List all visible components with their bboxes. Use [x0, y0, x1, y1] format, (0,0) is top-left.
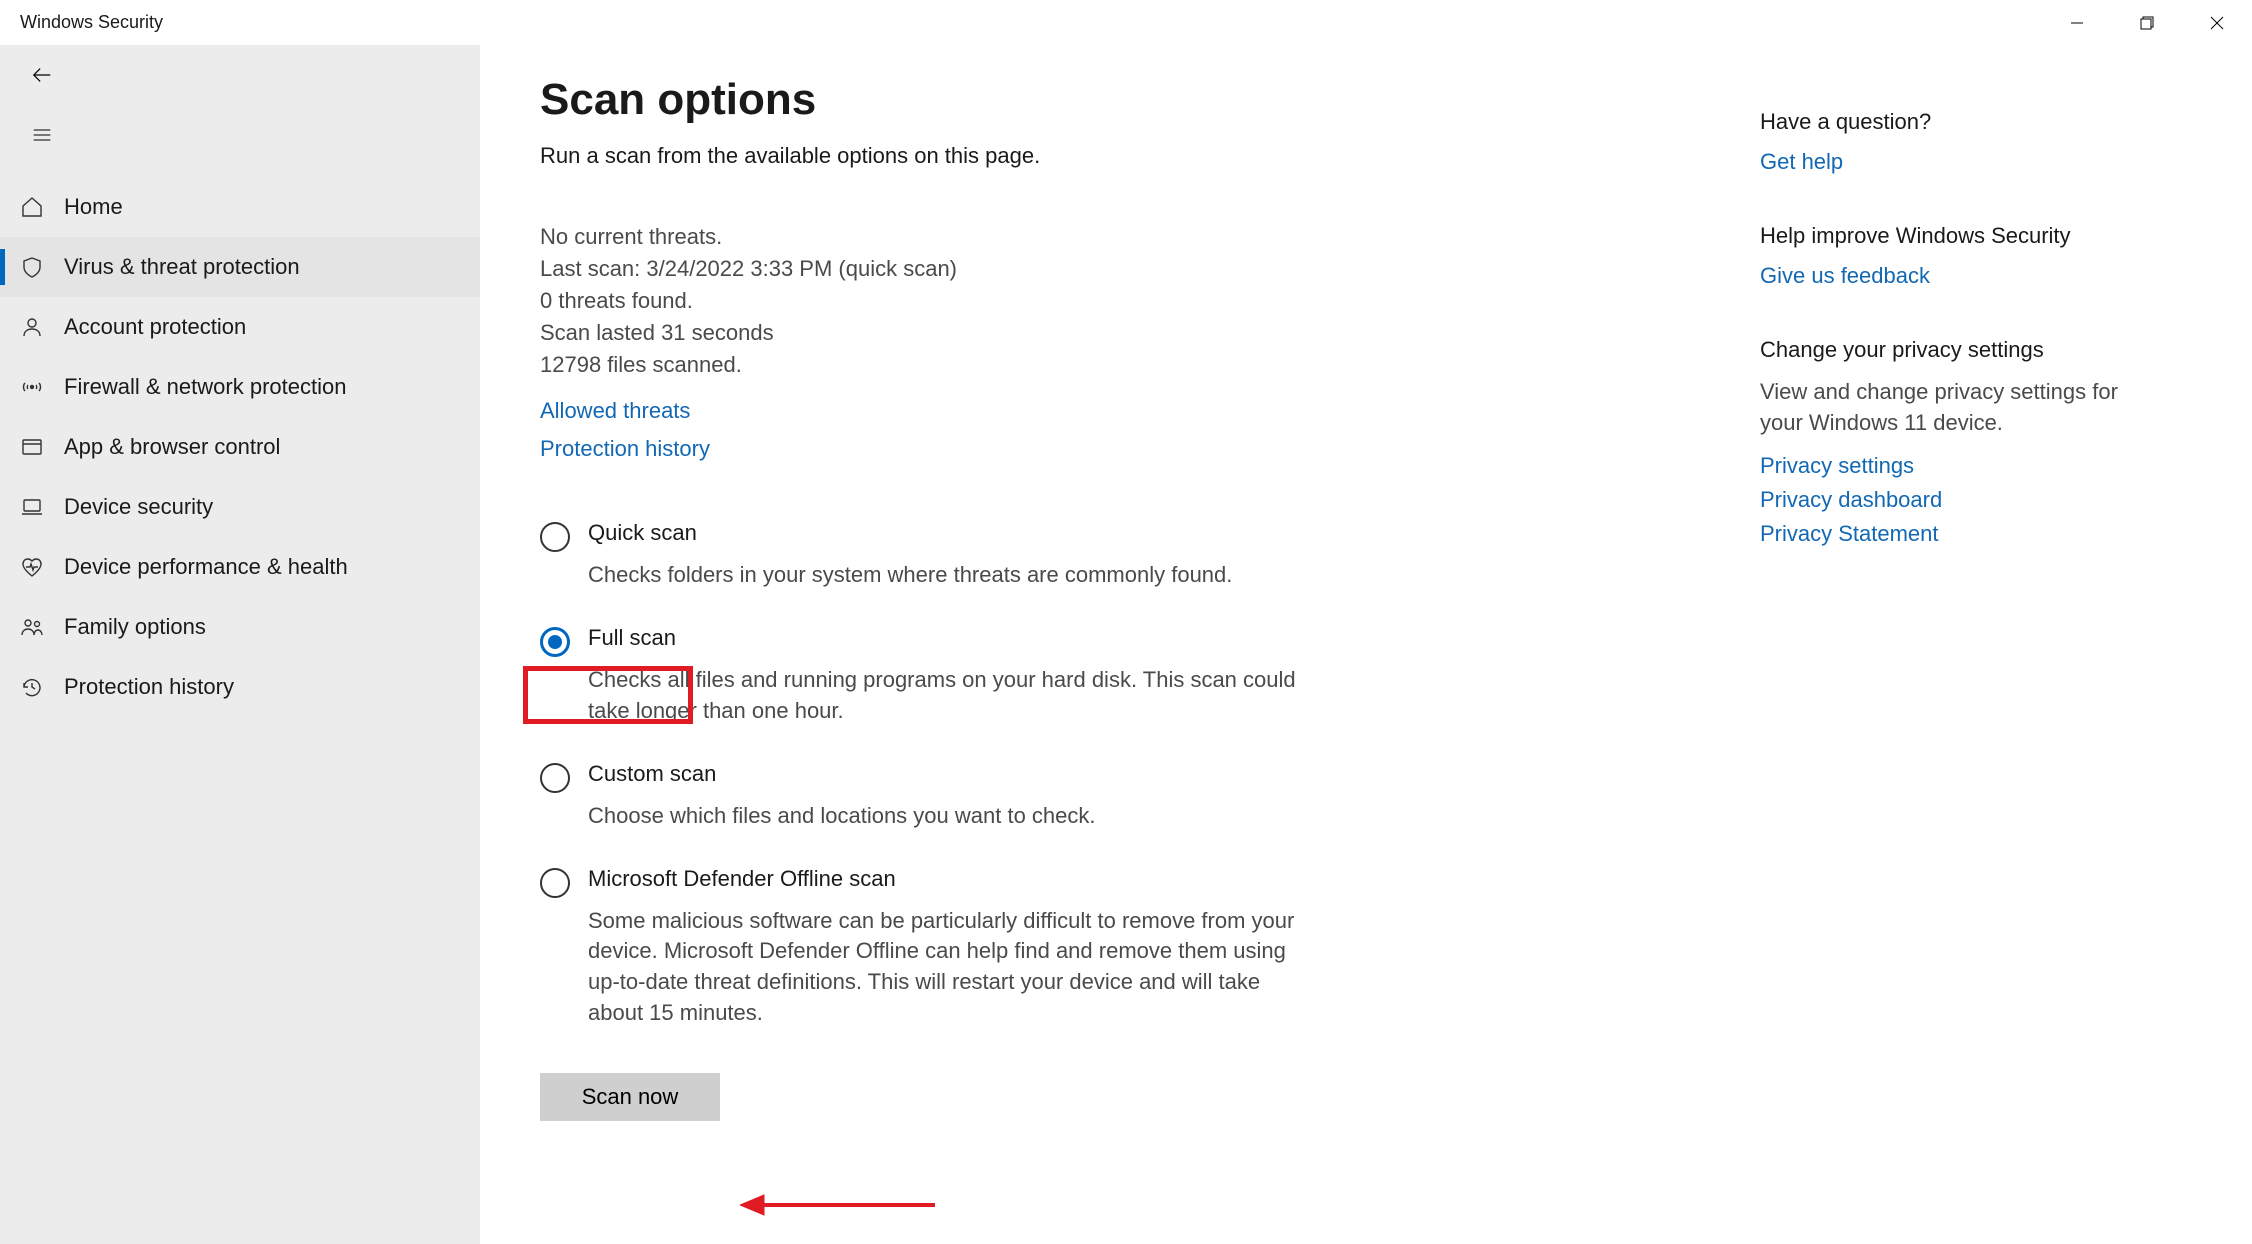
antenna-icon	[20, 375, 44, 399]
nav-list: Home Virus & threat protection Account p…	[0, 173, 480, 717]
sidebar-item-app[interactable]: App & browser control	[0, 417, 480, 477]
titlebar: Windows Security	[0, 0, 2252, 45]
option-desc: Some malicious software can be particula…	[588, 906, 1300, 1029]
sidebar-item-label: Account protection	[64, 314, 246, 340]
sidebar-item-firewall[interactable]: Firewall & network protection	[0, 357, 480, 417]
rail-heading: Help improve Windows Security	[1760, 223, 2120, 249]
option-title: Full scan	[588, 625, 1300, 651]
privacy-dashboard-link[interactable]: Privacy dashboard	[1760, 487, 2120, 513]
option-title: Quick scan	[588, 520, 1300, 546]
scan-option-full[interactable]: Full scan Checks all files and running p…	[540, 625, 1300, 727]
scan-option-quick[interactable]: Quick scan Checks folders in your system…	[540, 520, 1300, 591]
sidebar-item-performance[interactable]: Device performance & health	[0, 537, 480, 597]
sidebar-item-account[interactable]: Account protection	[0, 297, 480, 357]
get-help-link[interactable]: Get help	[1760, 149, 2120, 175]
rail-section-help: Have a question? Get help	[1760, 109, 2120, 175]
home-icon	[20, 195, 44, 219]
page-subtitle: Run a scan from the available options on…	[540, 143, 1740, 169]
sidebar-item-label: Family options	[64, 614, 206, 640]
status-line: 0 threats found.	[540, 285, 1740, 317]
sidebar-item-label: Device performance & health	[64, 554, 348, 580]
protection-history-link[interactable]: Protection history	[540, 436, 1740, 462]
close-icon	[2210, 16, 2224, 30]
people-icon	[20, 615, 44, 639]
status-line: No current threats.	[540, 221, 1740, 253]
sidebar-item-family[interactable]: Family options	[0, 597, 480, 657]
privacy-statement-link[interactable]: Privacy Statement	[1760, 521, 2120, 547]
allowed-threats-link[interactable]: Allowed threats	[540, 398, 1740, 424]
person-icon	[20, 315, 44, 339]
shield-icon	[20, 255, 44, 279]
minimize-button[interactable]	[2042, 0, 2112, 45]
scan-option-offline[interactable]: Microsoft Defender Offline scan Some mal…	[540, 866, 1300, 1029]
sidebar-item-label: Firewall & network protection	[64, 374, 346, 400]
sidebar-item-label: Device security	[64, 494, 213, 520]
main-column: Scan options Run a scan from the availab…	[540, 75, 1740, 1244]
scan-status: No current threats. Last scan: 3/24/2022…	[540, 221, 1740, 380]
status-line: 12798 files scanned.	[540, 349, 1740, 381]
content-area: Scan options Run a scan from the availab…	[480, 45, 2252, 1244]
sidebar-item-label: Protection history	[64, 674, 234, 700]
scan-now-button[interactable]: Scan now	[540, 1073, 720, 1121]
sidebar-item-label: Home	[64, 194, 123, 220]
window-controls	[2042, 0, 2252, 45]
close-button[interactable]	[2182, 0, 2252, 45]
window-title: Windows Security	[20, 12, 163, 33]
menu-button[interactable]	[22, 115, 62, 155]
maximize-icon	[2140, 16, 2154, 30]
privacy-settings-link[interactable]: Privacy settings	[1760, 453, 2120, 479]
laptop-icon	[20, 495, 44, 519]
maximize-button[interactable]	[2112, 0, 2182, 45]
radio-offline[interactable]	[540, 868, 570, 898]
back-button[interactable]	[22, 55, 62, 95]
rail-section-privacy: Change your privacy settings View and ch…	[1760, 337, 2120, 547]
heart-pulse-icon	[20, 555, 44, 579]
sidebar-item-label: App & browser control	[64, 434, 280, 460]
minimize-icon	[2070, 16, 2084, 30]
sidebar-item-device[interactable]: Device security	[0, 477, 480, 537]
option-desc: Checks folders in your system where thre…	[588, 560, 1300, 591]
radio-custom[interactable]	[540, 763, 570, 793]
radio-full[interactable]	[540, 627, 570, 657]
rail-heading: Have a question?	[1760, 109, 2120, 135]
history-icon	[20, 675, 44, 699]
rail-heading: Change your privacy settings	[1760, 337, 2120, 363]
scan-option-list: Quick scan Checks folders in your system…	[540, 520, 1300, 1028]
give-feedback-link[interactable]: Give us feedback	[1760, 263, 2120, 289]
radio-quick[interactable]	[540, 522, 570, 552]
back-arrow-icon	[31, 64, 53, 86]
option-desc: Choose which files and locations you wan…	[588, 801, 1300, 832]
window-icon	[20, 435, 44, 459]
status-links: Allowed threats Protection history	[540, 398, 1740, 462]
right-rail: Have a question? Get help Help improve W…	[1740, 75, 2120, 1244]
sidebar: Home Virus & threat protection Account p…	[0, 45, 480, 1244]
page-title: Scan options	[540, 75, 1740, 125]
sidebar-item-history[interactable]: Protection history	[0, 657, 480, 717]
option-title: Custom scan	[588, 761, 1300, 787]
option-title: Microsoft Defender Offline scan	[588, 866, 1300, 892]
rail-section-feedback: Help improve Windows Security Give us fe…	[1760, 223, 2120, 289]
sidebar-item-virus[interactable]: Virus & threat protection	[0, 237, 480, 297]
sidebar-item-home[interactable]: Home	[0, 177, 480, 237]
hamburger-icon	[32, 125, 52, 145]
rail-text: View and change privacy settings for you…	[1760, 377, 2120, 439]
sidebar-item-label: Virus & threat protection	[64, 254, 300, 280]
status-line: Last scan: 3/24/2022 3:33 PM (quick scan…	[540, 253, 1740, 285]
option-desc: Checks all files and running programs on…	[588, 665, 1300, 727]
status-line: Scan lasted 31 seconds	[540, 317, 1740, 349]
scan-option-custom[interactable]: Custom scan Choose which files and locat…	[540, 761, 1300, 832]
